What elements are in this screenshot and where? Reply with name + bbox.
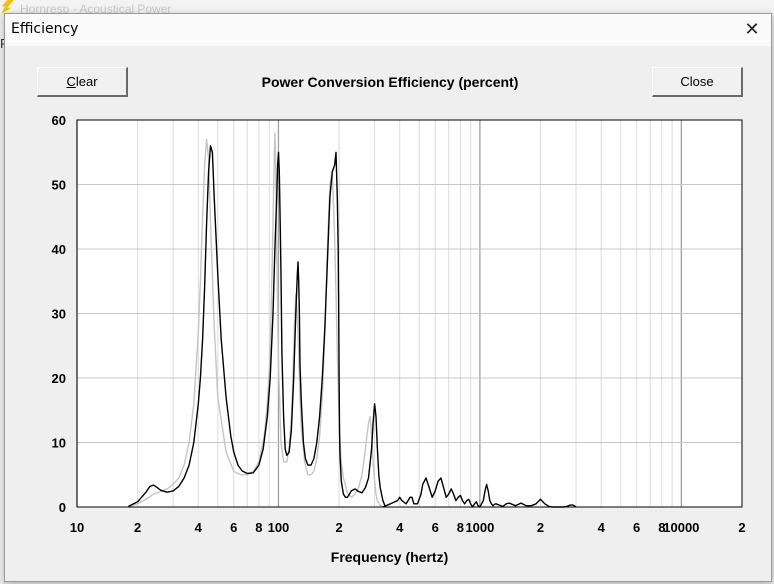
app-lightning-icon — [1, 0, 14, 14]
x-tick-label: 2 — [738, 520, 745, 535]
x-tick-label: 2 — [537, 520, 544, 535]
y-tick-label: 0 — [59, 500, 66, 515]
x-tick-label: 4 — [396, 520, 404, 535]
y-tick-label: 10 — [52, 436, 66, 451]
x-tick-label: 8 — [255, 520, 262, 535]
x-tick-label: 1000 — [465, 520, 494, 535]
x-tick-label: 100 — [268, 520, 290, 535]
x-tick-label: 6 — [432, 520, 439, 535]
x-tick-label: 2 — [134, 520, 141, 535]
x-tick-label: 4 — [598, 520, 606, 535]
x-tick-label: 8 — [457, 520, 464, 535]
x-tick-label: 4 — [195, 520, 203, 535]
y-tick-label: 30 — [52, 307, 66, 322]
y-tick-label: 60 — [52, 113, 66, 128]
x-tick-label: 10 — [70, 520, 84, 535]
x-axis-label: Frequency (hertz) — [331, 549, 448, 565]
x-tick-label: 2 — [335, 520, 342, 535]
efficiency-chart: 010203040506010 2 4 6 8 100 2 4 6 8 1000 2 4 6 810000 2… — [52, 113, 746, 565]
x-tick-label: 6 — [230, 520, 237, 535]
x-tick-label: 6 — [633, 520, 640, 535]
y-tick-label: 50 — [52, 178, 66, 193]
x-tick-label: 10000 — [663, 520, 699, 535]
efficiency-dialog: Efficiency ✕ Clear Close Power Conversio… — [4, 13, 772, 582]
y-tick-label: 20 — [52, 371, 66, 386]
y-tick-label: 40 — [52, 242, 66, 257]
background-window-titlebar: Hornresp - Acoustical Power — [0, 0, 774, 16]
